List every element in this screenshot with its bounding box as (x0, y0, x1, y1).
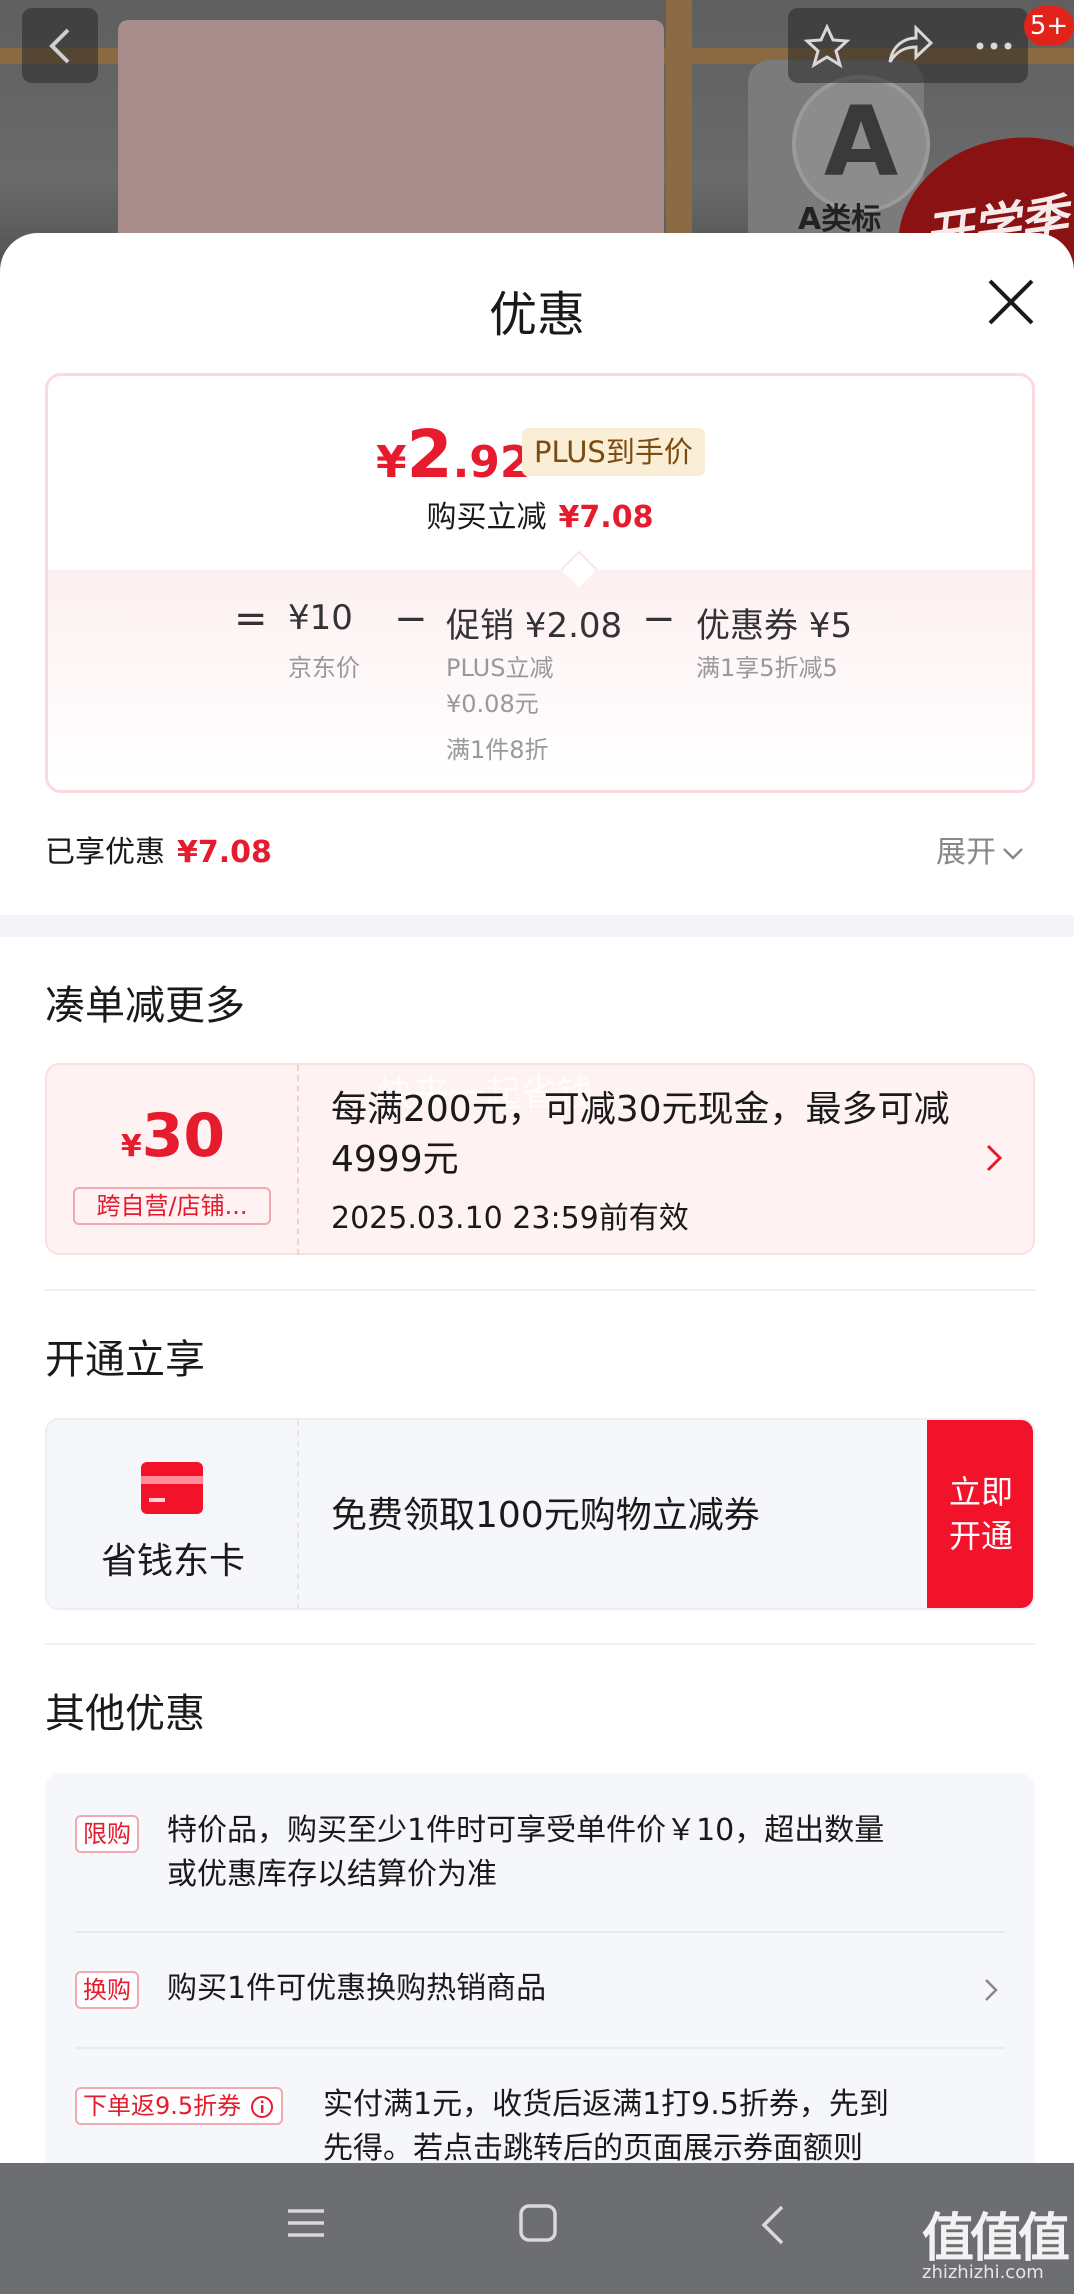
sheet-title: 优惠 (488, 287, 585, 343)
promo-detail-plus: PLUS立减 (446, 654, 554, 682)
chevron-right-icon (985, 1979, 998, 2001)
price-summary: ¥2.92 PLUS到手价 购买立减 ¥7.08 (48, 376, 1032, 570)
savings-card-offer: 省钱东卡 免费领取100元购物立减券 立即 开通 (45, 1418, 1035, 1610)
rebate-coupon-line1: 实付满1元，收货后返满1打9.5折券，先到 (323, 2087, 889, 2122)
back-button[interactable] (22, 8, 98, 83)
rebate-coupon-line2: 先得。若点击跳转后的页面展示券面额则 (323, 2131, 863, 2163)
grade-badge-letter: A (792, 75, 930, 213)
exchange-tag: 换购 (75, 1971, 139, 2009)
coupon-description: 每满200元，可减30元现金，最多可减4999元 (331, 1089, 950, 1180)
jd-price-label: 京东价 (288, 654, 360, 682)
minus-sign-1: − (394, 596, 428, 642)
instant-reduce-line: 购买立减 ¥7.08 (48, 492, 1032, 536)
grade-badge-text: A类标 (798, 202, 882, 237)
section-title-open: 开通立享 (45, 1337, 205, 1383)
site-watermark-logo: 值值值 (922, 2209, 1070, 2269)
system-navigation-bar (0, 2163, 1074, 2294)
minus-sign-2: − (642, 596, 676, 642)
rebate-coupon-text: 实付满1元，收货后返满1打9.5折券，先到 先得。若点击跳转后的页面展示券面额则 (323, 2083, 889, 2163)
enjoyed-amount: ¥7.08 (177, 835, 272, 870)
coupon-validity: 2025.03.10 23:59前有效 (331, 1201, 689, 1236)
open-now-line1: 立即 (948, 1473, 1013, 1511)
expand-button[interactable]: 展开 (936, 827, 1024, 871)
order-coupon-card[interactable]: ¥30 跨自营/店铺... 快来一起省钱 每满200元，可减30元现金，最多可减… (45, 1063, 1035, 1255)
limit-purchase-line1: 特价品，购买至少1件时可享受单件价￥10，超出数量 (167, 1813, 885, 1848)
instant-reduce-label: 购买立减 (426, 500, 547, 535)
chevron-down-icon (1003, 847, 1023, 860)
other-offers-list: 限购 特价品，购买至少1件时可享受单件价￥10，超出数量 或优惠库存以结算价为准… (45, 1773, 1035, 2163)
top-action-group (788, 8, 1028, 83)
limit-purchase-line2: 或优惠库存以结算价为准 (167, 1857, 497, 1892)
final-price: ¥2.92 (376, 416, 531, 493)
section-divider (0, 915, 1074, 937)
enjoyed-label: 已享优惠 (45, 835, 165, 870)
price-breakdown-card: ¥2.92 PLUS到手价 购买立减 ¥7.08 = ¥10 京东价 − 促销 ¥… (45, 373, 1035, 793)
section-separator (45, 1289, 1035, 1291)
share-icon[interactable] (886, 24, 934, 66)
message-count-badge: 5+ (1024, 6, 1074, 46)
coupon-scope-tag: 跨自营/店铺... (73, 1187, 271, 1225)
close-icon[interactable] (986, 277, 1036, 327)
coupon-amount-block: ¥30 跨自营/店铺... (47, 1065, 299, 1255)
info-icon (250, 2096, 273, 2118)
plus-price-tag: PLUS到手价 (522, 428, 705, 476)
menu-icon[interactable] (286, 2203, 326, 2243)
coupon-detail: 满1享5折减5 (696, 654, 838, 682)
limit-purchase-tag: 限购 (75, 1815, 139, 1853)
coupon-currency: ¥ (120, 1129, 142, 1164)
final-price-currency: ¥ (376, 437, 407, 488)
row-divider (75, 2047, 1005, 2049)
equals-sign: = (234, 596, 268, 642)
rebate-coupon-tag[interactable]: 下单返9.5折券 (75, 2087, 283, 2125)
section-title-more: 凑单减更多 (45, 983, 245, 1029)
exchange-text: 购买1件可优惠换购热销商品 (167, 1971, 547, 2006)
rebate-coupon-tag-label: 下单返9.5折券 (83, 2092, 242, 2120)
expand-label: 展开 (936, 835, 996, 870)
final-price-integer: 2 (406, 416, 453, 493)
section-title-other: 其他优惠 (45, 1691, 205, 1737)
more-icon[interactable] (972, 24, 1016, 64)
jd-price-value: ¥10 (288, 598, 353, 638)
home-icon[interactable] (518, 2203, 558, 2243)
open-now-button[interactable]: 立即 开通 (927, 1420, 1033, 1608)
final-price-decimal: .92 (452, 437, 531, 488)
discount-sheet: 优惠 ¥2.92 PLUS到手价 购买立减 ¥7.08 = ¥10 京东价 − 促… (0, 233, 1074, 2163)
row-divider (75, 1931, 1005, 1933)
chevron-left-icon (49, 28, 70, 64)
savings-card-name: 省钱东卡 (100, 1541, 245, 1582)
credit-card-icon (141, 1462, 203, 1514)
site-watermark-url: zhizhizhi.com (922, 2262, 1044, 2283)
instant-reduce-amount: ¥7.08 (558, 500, 654, 535)
star-icon[interactable] (804, 24, 850, 68)
enjoyed-discount: 已享优惠 ¥7.08 (45, 827, 272, 871)
promo-detail-discount: 满1件8折 (446, 736, 549, 764)
section-separator (45, 1643, 1035, 1645)
savings-card-description: 免费领取100元购物立减券 (331, 1495, 760, 1536)
open-now-line2: 开通 (948, 1517, 1013, 1555)
back-icon[interactable] (758, 2203, 788, 2247)
savings-card-block: 省钱东卡 (47, 1420, 299, 1608)
wooden-pole (666, 0, 692, 260)
coupon-value: 优惠券 ¥5 (696, 606, 853, 646)
promo-detail-amount: ¥0.08元 (446, 690, 539, 718)
coupon-amount-number: 30 (141, 1101, 226, 1171)
chevron-right-icon (986, 1144, 1003, 1172)
limit-purchase-text: 特价品，购买至少1件时可享受单件价￥10，超出数量 或优惠库存以结算价为准 (167, 1809, 884, 1897)
promo-value: 促销 ¥2.08 (446, 606, 623, 646)
coupon-amount: ¥30 (47, 1101, 299, 1171)
